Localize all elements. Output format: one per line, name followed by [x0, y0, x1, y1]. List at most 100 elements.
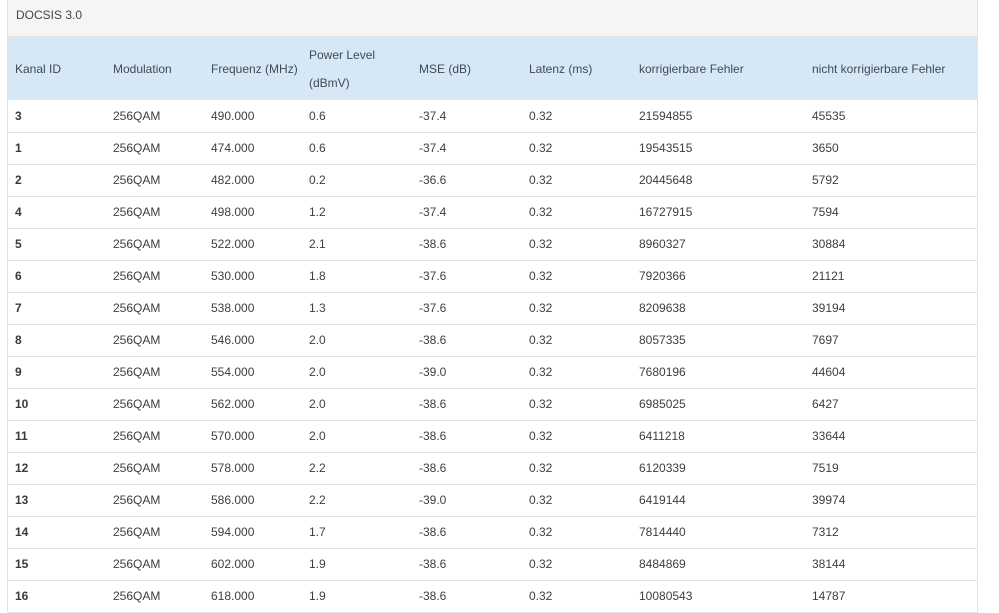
cell-korrigierbare-fehler: 7680196 — [639, 365, 686, 379]
table-row: 8 256QAM 546.000 2.0 -38.6 0.32 8057335 7697 — [8, 324, 978, 356]
cell-latenz: 0.32 — [529, 301, 553, 315]
cell-kanal-id: 13 — [15, 493, 29, 507]
cell-modulation: 256QAM — [113, 397, 161, 411]
cell-modulation: 256QAM — [113, 141, 161, 155]
cell-mse: -38.6 — [419, 333, 447, 347]
panel-title: DOCSIS 3.0 — [8, 0, 977, 37]
cell-kanal-id: 11 — [15, 429, 28, 443]
header-power-level: Power Level (dBmV) — [302, 37, 412, 100]
cell-mse: -37.6 — [419, 269, 447, 283]
cell-nicht-korrigierbare-fehler: 33644 — [812, 429, 846, 443]
cell-mse: -38.6 — [419, 429, 447, 443]
cell-nicht-korrigierbare-fehler: 7519 — [812, 461, 839, 475]
cell-korrigierbare-fehler: 7920366 — [639, 269, 686, 283]
cell-latenz: 0.32 — [529, 493, 553, 507]
cell-modulation: 256QAM — [113, 525, 161, 539]
cell-frequenz: 594.000 — [211, 525, 255, 539]
cell-power-level: 1.2 — [309, 205, 326, 219]
cell-kanal-id: 10 — [15, 397, 29, 411]
cell-mse: -37.4 — [419, 108, 447, 123]
cell-mse: -39.0 — [419, 493, 447, 507]
cell-frequenz: 498.000 — [211, 205, 255, 219]
header-latenz: Latenz (ms) — [529, 61, 593, 76]
cell-latenz: 0.32 — [529, 205, 553, 219]
cell-kanal-id: 3 — [15, 108, 22, 123]
header-nicht-korrigierbare-fehler: nicht korrigierbare Fehler — [812, 61, 946, 76]
cell-mse: -38.6 — [419, 557, 447, 571]
cell-modulation: 256QAM — [113, 237, 161, 251]
header-mse: MSE (dB) — [419, 61, 472, 76]
cell-kanal-id: 5 — [15, 237, 22, 251]
cell-mse: -38.6 — [419, 589, 447, 603]
cell-modulation: 256QAM — [113, 589, 161, 603]
cell-korrigierbare-fehler: 8209638 — [639, 301, 686, 315]
table-row: 10 256QAM 562.000 2.0 -38.6 0.32 6985025 6427 — [8, 388, 978, 420]
cell-frequenz: 538.000 — [211, 301, 255, 315]
cell-mse: -38.6 — [419, 461, 447, 475]
cell-frequenz: 602.000 — [211, 557, 255, 571]
cell-power-level: 2.2 — [309, 493, 326, 507]
cell-latenz: 0.32 — [529, 525, 553, 539]
cell-mse: -38.6 — [419, 525, 447, 539]
cell-modulation: 256QAM — [113, 269, 161, 283]
cell-nicht-korrigierbare-fehler: 44604 — [812, 365, 846, 379]
table-row: 1 256QAM 474.000 0.6 -37.4 0.32 19543515 3650 — [8, 132, 978, 164]
cell-korrigierbare-fehler: 20445648 — [639, 173, 693, 187]
cell-kanal-id: 8 — [15, 333, 22, 347]
cell-kanal-id: 4 — [15, 205, 22, 219]
table-row: 5 256QAM 522.000 2.1 -38.6 0.32 8960327 30884 — [8, 228, 978, 260]
header-modulation: Modulation — [113, 61, 172, 76]
cell-latenz: 0.32 — [529, 108, 553, 123]
cell-kanal-id: 1 — [15, 141, 22, 155]
cell-korrigierbare-fehler: 8960327 — [639, 237, 686, 251]
cell-frequenz: 490.000 — [211, 108, 255, 123]
cell-frequenz: 530.000 — [211, 269, 255, 283]
cell-kanal-id: 14 — [15, 525, 29, 539]
cell-latenz: 0.32 — [529, 237, 553, 251]
table-row: 14 256QAM 594.000 1.7 -38.6 0.32 7814440 7312 — [8, 516, 978, 548]
cell-kanal-id: 2 — [15, 173, 22, 187]
header-kanal-id: Kanal ID — [15, 61, 62, 76]
cell-korrigierbare-fehler: 8057335 — [639, 333, 686, 347]
table-row: 13 256QAM 586.000 2.2 -39.0 0.32 6419144 39974 — [8, 484, 978, 516]
cell-power-level: 1.9 — [309, 589, 326, 603]
cell-nicht-korrigierbare-fehler: 21121 — [812, 269, 845, 283]
cell-nicht-korrigierbare-fehler: 7312 — [812, 525, 839, 539]
cell-frequenz: 562.000 — [211, 397, 255, 411]
cell-power-level: 2.0 — [309, 429, 326, 443]
cell-latenz: 0.32 — [529, 173, 553, 187]
cell-frequenz: 546.000 — [211, 333, 255, 347]
cell-mse: -37.4 — [419, 205, 447, 219]
cell-frequenz: 474.000 — [211, 141, 255, 155]
table-body: 3 256QAM 490.000 0.6 -37.4 0.32 21594855 45535 1… — [8, 100, 978, 612]
cell-modulation: 256QAM — [113, 461, 161, 475]
table-row: 4 256QAM 498.000 1.2 -37.4 0.32 16727915 7594 — [8, 196, 978, 228]
cell-modulation: 256QAM — [113, 493, 161, 507]
cell-nicht-korrigierbare-fehler: 3650 — [812, 141, 839, 155]
cell-korrigierbare-fehler: 16727915 — [639, 205, 693, 219]
cell-latenz: 0.32 — [529, 557, 553, 571]
cell-modulation: 256QAM — [113, 205, 161, 219]
cell-nicht-korrigierbare-fehler: 7697 — [812, 333, 839, 347]
cell-modulation: 256QAM — [113, 557, 161, 571]
cell-kanal-id: 12 — [15, 461, 29, 475]
cell-latenz: 0.32 — [529, 461, 553, 475]
header-frequenz: Frequenz (MHz) — [211, 61, 298, 76]
cell-power-level: 0.2 — [309, 173, 326, 187]
cell-korrigierbare-fehler: 10080543 — [639, 589, 693, 603]
cell-korrigierbare-fehler: 7814440 — [639, 525, 686, 539]
cell-power-level: 0.6 — [309, 141, 326, 155]
cell-frequenz: 618.000 — [211, 589, 255, 603]
cell-nicht-korrigierbare-fehler: 5792 — [812, 173, 839, 187]
cell-korrigierbare-fehler: 8484869 — [639, 557, 686, 571]
cell-modulation: 256QAM — [113, 365, 161, 379]
header-korrigierbare-fehler: korrigierbare Fehler — [639, 61, 744, 76]
cell-modulation: 256QAM — [113, 173, 161, 187]
table-row: 16 256QAM 618.000 1.9 -38.6 0.32 10080543 14787 — [8, 580, 978, 612]
table-header-row: Kanal ID Modulation Frequenz (MHz) Power… — [8, 37, 978, 100]
cell-latenz: 0.32 — [529, 141, 553, 155]
cell-power-level: 2.2 — [309, 461, 326, 475]
cell-power-level: 1.7 — [309, 525, 326, 539]
cell-nicht-korrigierbare-fehler: 39974 — [812, 493, 846, 507]
table-row: 9 256QAM 554.000 2.0 -39.0 0.32 7680196 44604 — [8, 356, 978, 388]
